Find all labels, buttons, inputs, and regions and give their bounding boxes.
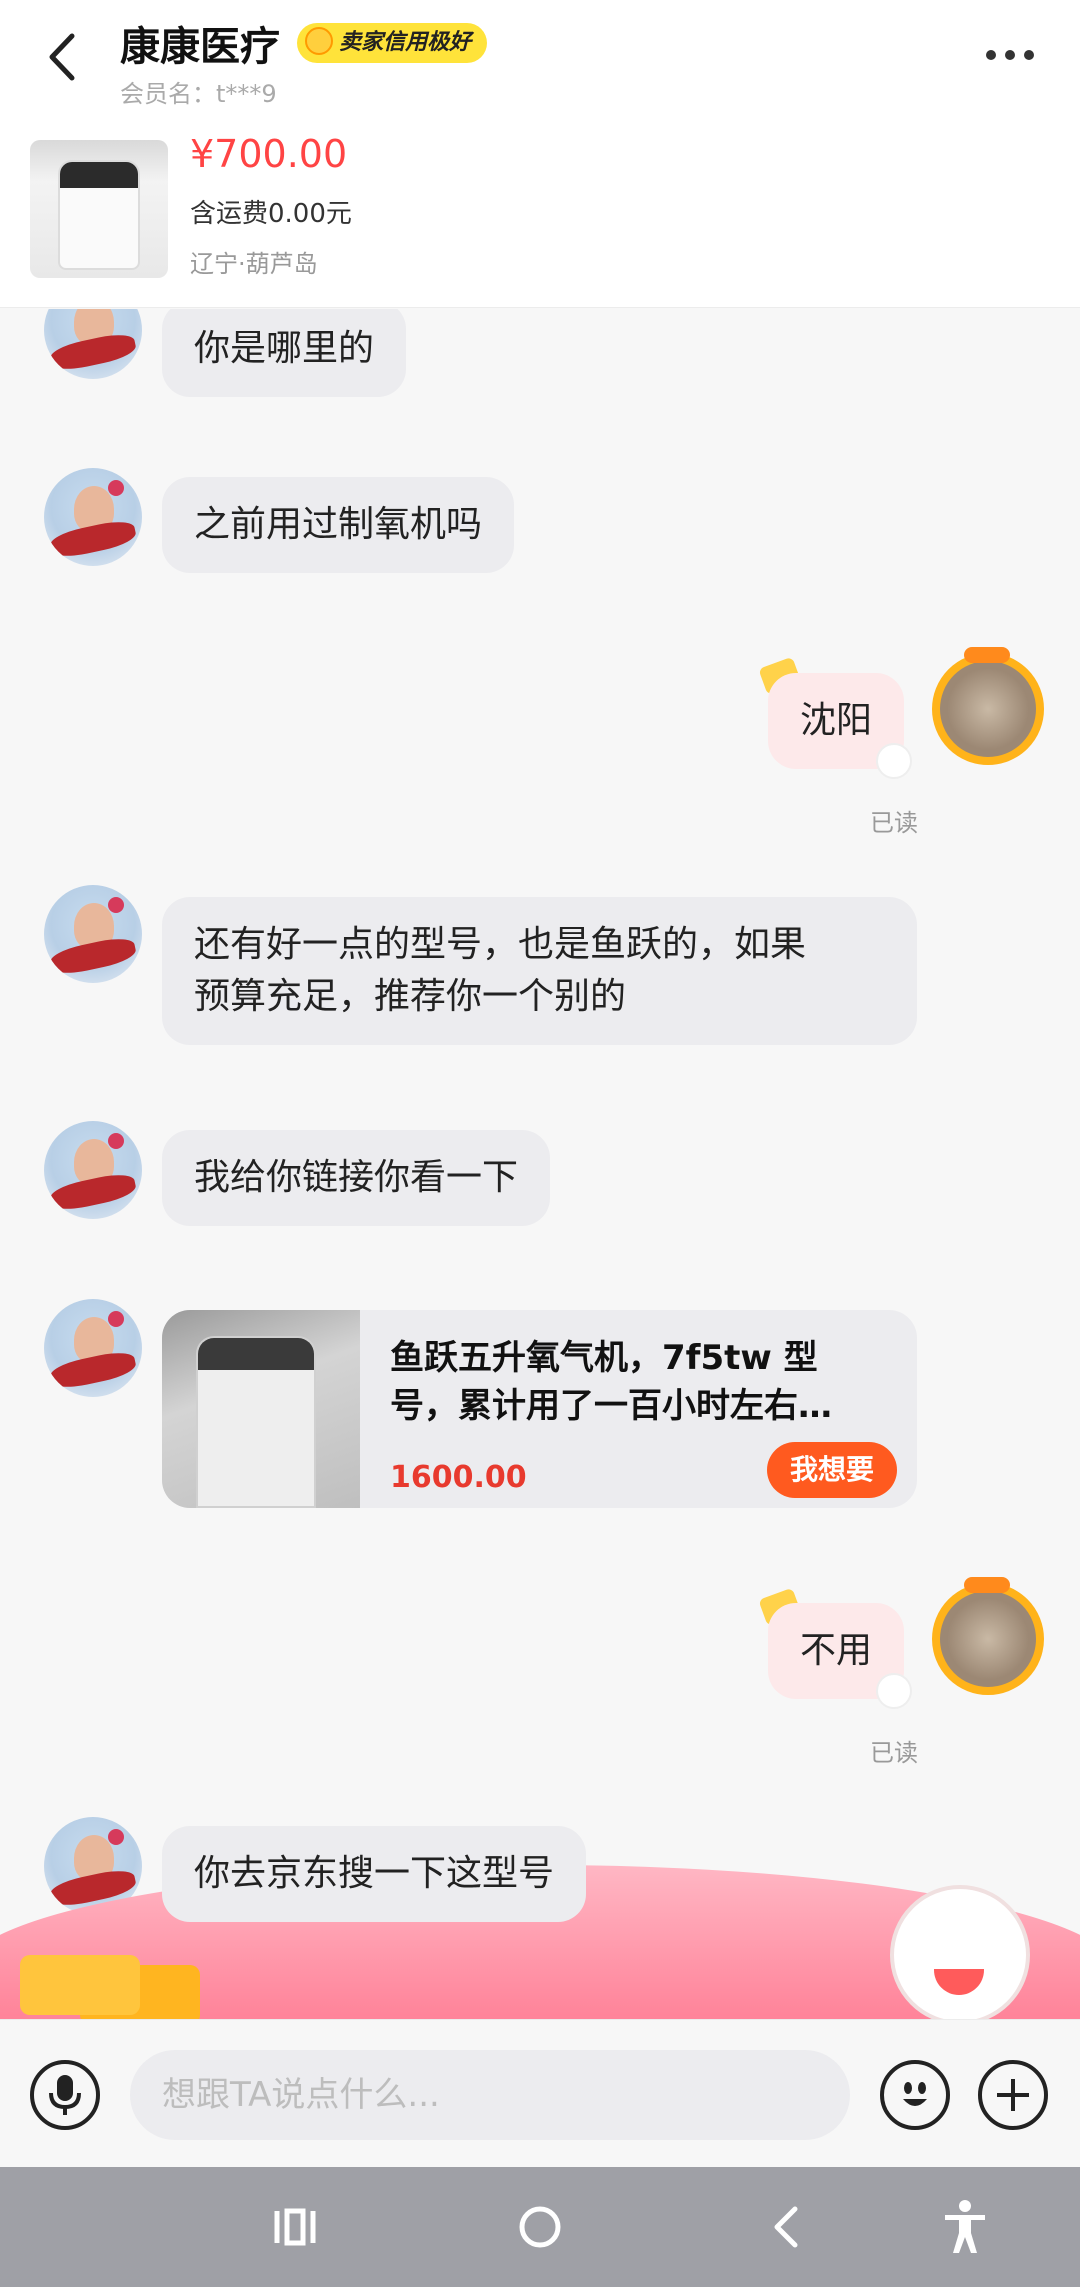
plus-icon [997, 2079, 1029, 2111]
message-bubble[interactable]: 你是哪里的 [162, 309, 407, 397]
oxygen-machine-image [58, 160, 140, 270]
home-circle-icon [519, 2206, 561, 2248]
item-thumbnail [162, 1310, 360, 1508]
product-location: 辽宁·葫芦岛 [190, 250, 318, 278]
nav-back-button[interactable] [755, 2197, 815, 2257]
more-dot-icon [1024, 50, 1034, 60]
mascot-icon [890, 1885, 1030, 2019]
chat-header: 康康医疗 卖家信用极好 会员名：t***9 ¥700.00 含运费0.00元 辽… [0, 0, 1080, 308]
accessibility-icon [945, 2200, 985, 2253]
input-bar [0, 2019, 1080, 2167]
my-avatar[interactable] [932, 1577, 1044, 1695]
home-button[interactable] [510, 2197, 570, 2257]
read-status: 已读 [870, 1739, 918, 1767]
item-title-line: 鱼跃五升氧气机，7f5tw 型 [390, 1338, 818, 1378]
plus-button[interactable] [978, 2060, 1048, 2130]
product-price: ¥700.00 [190, 132, 348, 176]
gold-coins-icon [20, 1955, 140, 2015]
want-button[interactable]: 我想要 [767, 1442, 897, 1498]
item-price: 1600.00 [390, 1460, 527, 1495]
voice-button[interactable] [30, 2060, 100, 2130]
recent-apps-button[interactable] [265, 2197, 325, 2257]
seller-avatar[interactable] [44, 468, 142, 566]
item-title: 鱼跃五升氧气机，7f5tw 型 号，累计用了一百小时左右… [390, 1334, 890, 1430]
mascot-sticker-icon [876, 743, 912, 779]
credit-badge-label: 卖家信用极好 [339, 30, 472, 55]
message-bubble[interactable]: 之前用过制氧机吗 [162, 477, 515, 573]
recent-apps-icon [274, 2208, 316, 2246]
seller-avatar[interactable] [44, 1121, 142, 1219]
message-bubble[interactable]: 还有好一点的型号，也是鱼跃的，如果 预算充足，推荐你一个别的 [162, 897, 917, 1045]
my-avatar[interactable] [932, 647, 1044, 765]
system-nav-bar [0, 2167, 1080, 2287]
credit-badge: 卖家信用极好 [297, 23, 488, 63]
message-line: 还有好一点的型号，也是鱼跃的，如果 [194, 924, 807, 965]
seller-avatar[interactable] [44, 1299, 142, 1397]
shop-name[interactable]: 康康医疗 [120, 14, 280, 72]
back-arrow-icon [774, 2206, 798, 2248]
seller-avatar[interactable] [44, 885, 142, 983]
chat-area[interactable]: 你是哪里的 之前用过制氧机吗 沈阳 已读 还有好一点的型号，也是鱼跃的，如果 预… [0, 309, 1080, 2019]
chevron-left-icon [49, 33, 75, 81]
heart-eyes-icon [305, 27, 334, 55]
read-status: 已读 [870, 809, 918, 837]
microphone-icon [49, 2075, 81, 2115]
message-bubble[interactable]: 我给你链接你看一下 [162, 1130, 551, 1226]
more-dot-icon [986, 50, 996, 60]
more-dot-icon [1005, 50, 1015, 60]
seller-avatar[interactable] [44, 309, 142, 379]
mascot-sticker-icon [876, 1673, 912, 1709]
item-link-card[interactable]: 鱼跃五升氧气机，7f5tw 型 号，累计用了一百小时左右… 1600.00 我想… [162, 1310, 917, 1508]
product-thumbnail[interactable] [30, 140, 168, 278]
emoji-button[interactable] [880, 2060, 950, 2130]
member-name: 会员名：t***9 [120, 80, 277, 108]
title-wrap: 康康医疗 卖家信用极好 [120, 14, 488, 72]
back-button[interactable] [30, 22, 94, 92]
message-input[interactable] [130, 2050, 850, 2140]
message-bubble[interactable]: 你去京东搜一下这型号 [162, 1826, 587, 1922]
product-shipping: 含运费0.00元 [190, 199, 352, 229]
more-button[interactable] [970, 30, 1050, 80]
accessibility-button[interactable] [935, 2197, 995, 2257]
smiley-icon [903, 2082, 927, 2106]
item-title-line: 号，累计用了一百小时左右… [390, 1386, 832, 1426]
message-line: 预算充足，推荐你一个别的 [194, 976, 627, 1017]
